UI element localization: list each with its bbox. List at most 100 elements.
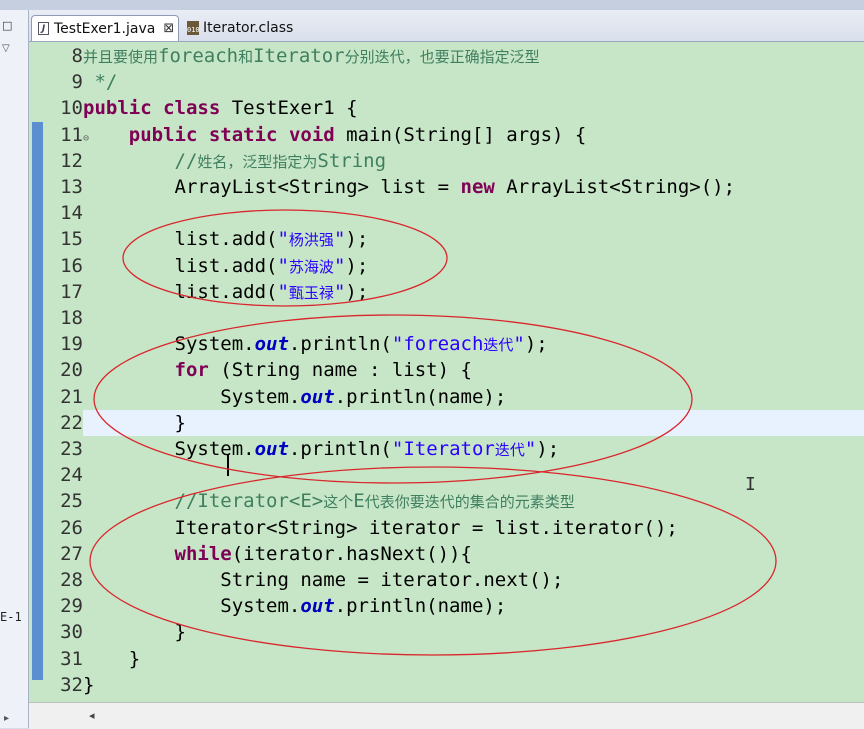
code-token: } xyxy=(83,411,186,434)
code-token: 并且要使用 xyxy=(83,48,159,66)
line-number: 28 xyxy=(60,569,83,591)
code-token: Iterator<String> iterator = list.iterato… xyxy=(83,516,678,539)
code-line[interactable]: } xyxy=(83,410,186,436)
outline-label: E-1 xyxy=(0,610,22,624)
code-token: " xyxy=(277,280,289,303)
code-line[interactable]: } xyxy=(83,619,186,645)
line-number: 12 xyxy=(60,149,83,172)
code-token: } xyxy=(83,673,95,696)
code-line[interactable]: String name = iterator.next(); xyxy=(83,567,563,593)
line-number: 15 xyxy=(60,228,83,251)
line-number: 18 xyxy=(60,307,83,329)
change-marker-bar xyxy=(32,122,43,680)
line-number: 30 xyxy=(60,621,83,644)
code-line[interactable]: 并且要使用foreach和Iterator分别迭代，也要正确指定泛型 xyxy=(83,43,540,69)
code-token: //Iterator<E> xyxy=(83,490,324,513)
code-token: System. xyxy=(83,595,301,618)
code-line[interactable]: //姓名，泛型指定为String xyxy=(83,148,387,174)
close-tab-icon[interactable]: ⊠ xyxy=(163,21,174,36)
code-token: } xyxy=(83,621,186,644)
line-number: 19 xyxy=(60,333,83,356)
code-token: public xyxy=(128,123,198,146)
code-line[interactable]: System.out.println("Iterator迭代"); xyxy=(83,436,560,462)
code-token: out xyxy=(300,385,335,408)
code-token: "Iterator xyxy=(391,438,495,460)
code-token: class xyxy=(163,97,221,120)
ibeam-cursor-icon: I xyxy=(745,474,756,495)
code-token: " xyxy=(333,280,346,303)
code-line[interactable]: for (String name : list) { xyxy=(83,357,472,383)
line-number: 23 xyxy=(60,438,83,460)
line-number: 26 xyxy=(60,516,83,539)
code-token: " xyxy=(277,228,289,251)
code-token: ArrayList<String> list = xyxy=(83,176,461,198)
line-number: 9 xyxy=(71,71,83,94)
code-token: while xyxy=(174,542,232,565)
tab-iterator-class[interactable]: 010 Iterator.class xyxy=(183,15,333,41)
code-token: .println(name); xyxy=(334,595,507,618)
code-editor[interactable]: 8 9 10 11⊖ 12 13 14 15 16 17 18 19 20 21 22 23 24 25 26 27 2… xyxy=(29,42,864,702)
code-line[interactable]: System.out.println("foreach迭代"); xyxy=(83,331,548,357)
line-number: 14 xyxy=(60,202,83,225)
code-token: ); xyxy=(536,438,560,460)
code-token: 杨洪强 xyxy=(288,231,334,250)
code-token: System. xyxy=(83,385,301,408)
code-token: " xyxy=(524,438,537,460)
horizontal-scrollbar[interactable]: ◂ xyxy=(29,702,864,729)
code-token: 苏海波 xyxy=(288,257,334,276)
code-token: System. xyxy=(83,333,255,356)
code-line[interactable]: ArrayList<String> list = new ArrayList<S… xyxy=(83,174,736,200)
code-token: String xyxy=(317,149,387,172)
scroll-right-icon[interactable]: ▸ xyxy=(4,713,9,724)
minimize-icon[interactable]: □ xyxy=(2,19,12,32)
code-token: ); xyxy=(345,280,369,303)
code-token: main(String[] args) { xyxy=(334,123,587,146)
code-line[interactable]: list.add("苏海波"); xyxy=(83,253,369,279)
code-token: void xyxy=(288,123,335,146)
left-panel: □ ▽ E-1 ▸ xyxy=(0,10,29,728)
code-line[interactable]: System.out.println(name); xyxy=(83,384,506,410)
code-token: list.add( xyxy=(83,280,278,303)
code-line[interactable]: list.add("杨洪强"); xyxy=(83,226,369,252)
tab-testexer1-java[interactable]: J TestExer1.java ⊠ xyxy=(31,15,179,41)
code-token: new xyxy=(460,176,495,198)
code-token: 姓名，泛型指定为 xyxy=(197,152,318,171)
code-token: Iterator xyxy=(253,45,345,67)
line-number: 31 xyxy=(60,647,83,670)
code-line[interactable]: } xyxy=(83,646,140,672)
code-token: " xyxy=(277,254,289,277)
code-line[interactable]: while(iterator.hasNext()){ xyxy=(83,541,472,567)
code-line[interactable]: Iterator<String> iterator = list.iterato… xyxy=(83,515,678,541)
code-line[interactable]: System.out.println(name); xyxy=(83,593,506,619)
code-line[interactable]: public static void main(String[] args) { xyxy=(83,122,587,148)
line-number: 24 xyxy=(60,464,83,487)
editor-tab-bar: J TestExer1.java ⊠ 010 Iterator.class xyxy=(29,10,864,42)
code-line[interactable]: list.add("甄玉禄"); xyxy=(83,279,369,305)
scroll-left-icon[interactable]: ◂ xyxy=(89,709,95,722)
code-line[interactable]: */ xyxy=(83,69,117,95)
line-number: 8 xyxy=(71,45,83,67)
code-token: foreach xyxy=(158,45,239,67)
code-line[interactable]: } xyxy=(83,672,94,698)
code-line[interactable]: //Iterator<E>这个E代表你要迭代的集合的元素类型 xyxy=(83,488,575,514)
text-caret xyxy=(227,454,229,476)
code-token: 甄玉禄 xyxy=(288,283,334,302)
code-line[interactable]: public class TestExer1 { xyxy=(83,95,358,121)
java-file-icon: J xyxy=(38,21,50,36)
code-token: ); xyxy=(524,333,548,356)
line-number: 27 xyxy=(60,542,83,565)
code-token: E xyxy=(353,490,365,513)
code-token: } xyxy=(83,647,141,670)
line-number: 22 xyxy=(60,411,83,434)
code-token: static xyxy=(208,123,278,146)
code-token: .println( xyxy=(288,333,392,356)
dropdown-icon[interactable]: ▽ xyxy=(2,43,10,54)
code-area[interactable]: 并且要使用foreach和Iterator分别迭代，也要正确指定泛型 */pub… xyxy=(83,42,864,702)
code-token: " xyxy=(333,254,346,277)
tab-label: Iterator.class xyxy=(203,20,294,36)
code-token: " xyxy=(333,228,346,251)
overview-ruler xyxy=(29,42,43,702)
